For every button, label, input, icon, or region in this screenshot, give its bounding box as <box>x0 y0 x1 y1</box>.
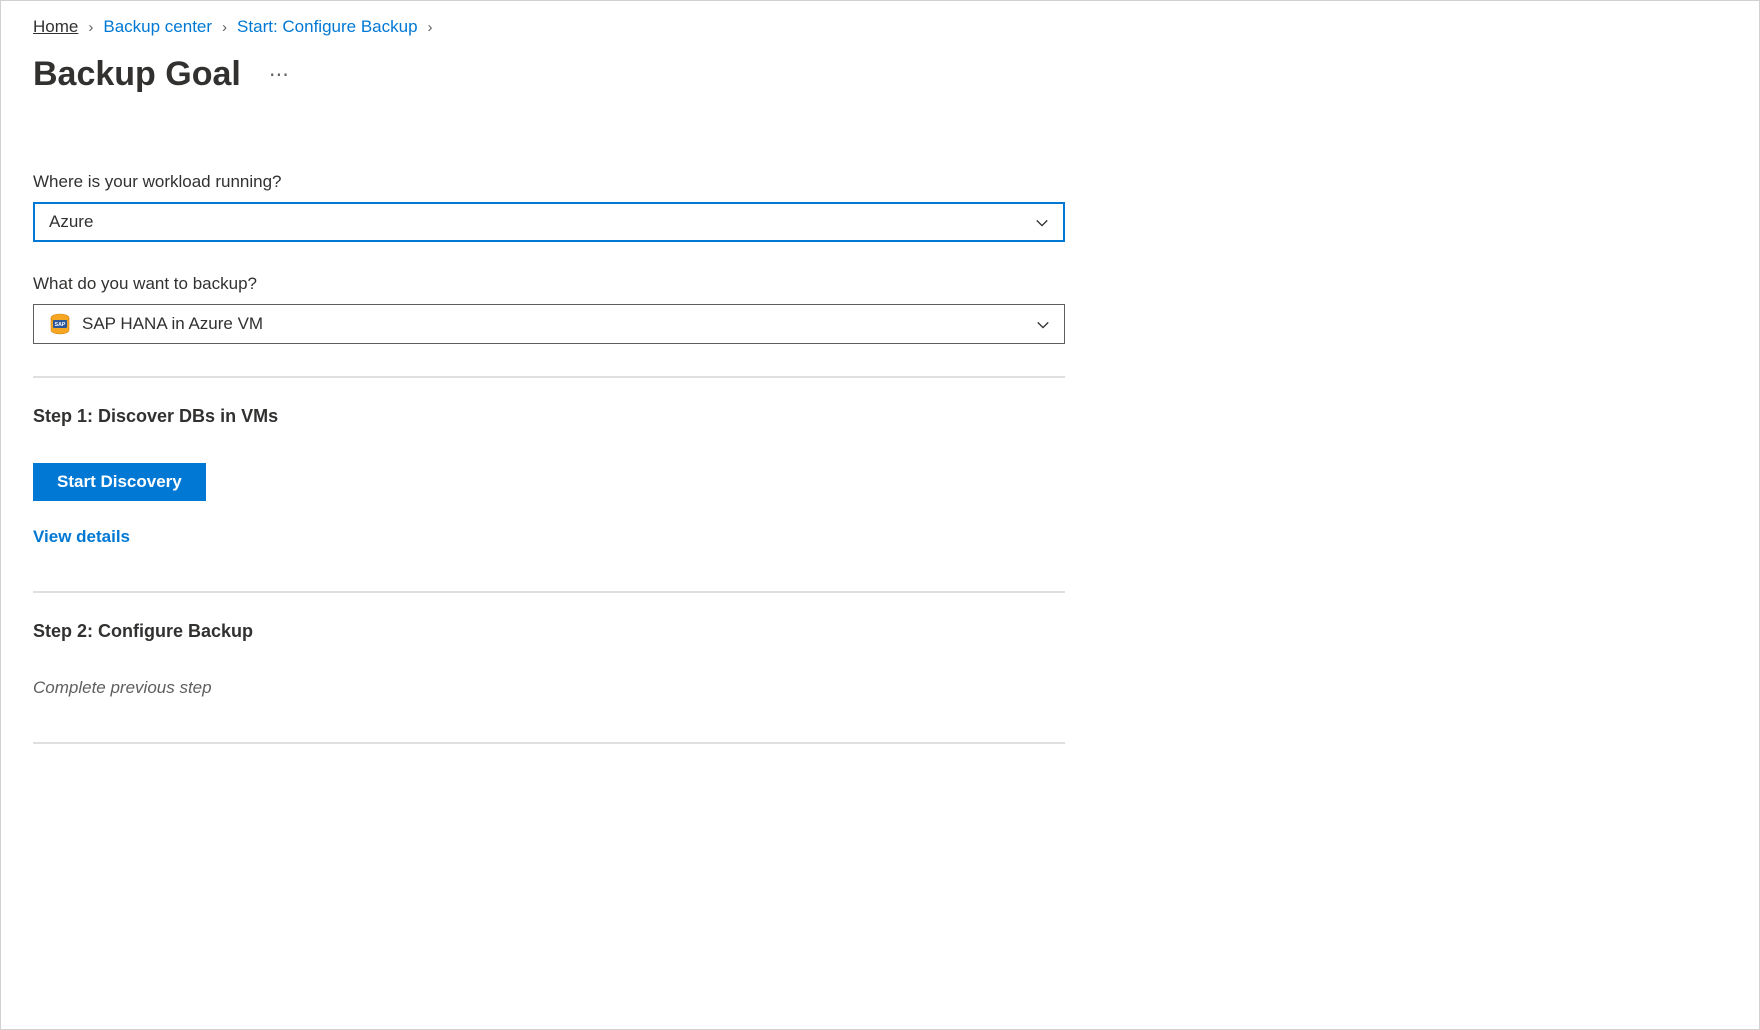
page-title: Backup Goal <box>33 55 241 94</box>
svg-text:SAP: SAP <box>55 322 66 328</box>
step-2-section: Step 2: Configure Backup Complete previo… <box>33 593 1065 742</box>
backup-target-dropdown[interactable]: SAP SAP HANA in Azure VM <box>33 304 1065 344</box>
workload-location-value: Azure <box>49 212 1035 232</box>
chevron-right-icon: › <box>88 19 93 36</box>
breadcrumb-start-configure[interactable]: Start: Configure Backup <box>237 17 417 37</box>
divider <box>33 742 1065 744</box>
backup-target-label: What do you want to backup? <box>33 274 1065 294</box>
breadcrumb: Home › Backup center › Start: Configure … <box>33 17 1727 37</box>
chevron-down-icon <box>1036 317 1050 331</box>
sap-hana-icon: SAP <box>48 312 72 336</box>
breadcrumb-backup-center[interactable]: Backup center <box>103 17 212 37</box>
backup-target-value: SAP HANA in Azure VM <box>82 314 1026 334</box>
view-details-link[interactable]: View details <box>33 527 130 547</box>
start-discovery-button[interactable]: Start Discovery <box>33 463 206 501</box>
workload-location-label: Where is your workload running? <box>33 172 1065 192</box>
chevron-right-icon: › <box>428 19 433 36</box>
step-1-heading: Step 1: Discover DBs in VMs <box>33 406 1065 427</box>
page-title-row: Backup Goal ⋯ <box>33 55 1727 94</box>
more-icon[interactable]: ⋯ <box>269 62 291 87</box>
workload-location-group: Where is your workload running? Azure <box>33 172 1065 242</box>
chevron-right-icon: › <box>222 19 227 36</box>
step-2-note: Complete previous step <box>33 678 1065 698</box>
form-section: Where is your workload running? Azure Wh… <box>33 172 1065 744</box>
workload-location-dropdown[interactable]: Azure <box>33 202 1065 242</box>
step-2-heading: Step 2: Configure Backup <box>33 621 1065 642</box>
breadcrumb-home[interactable]: Home <box>33 17 78 37</box>
step-1-section: Step 1: Discover DBs in VMs Start Discov… <box>33 378 1065 591</box>
backup-target-group: What do you want to backup? SAP SAP HANA… <box>33 274 1065 344</box>
chevron-down-icon <box>1035 215 1049 229</box>
